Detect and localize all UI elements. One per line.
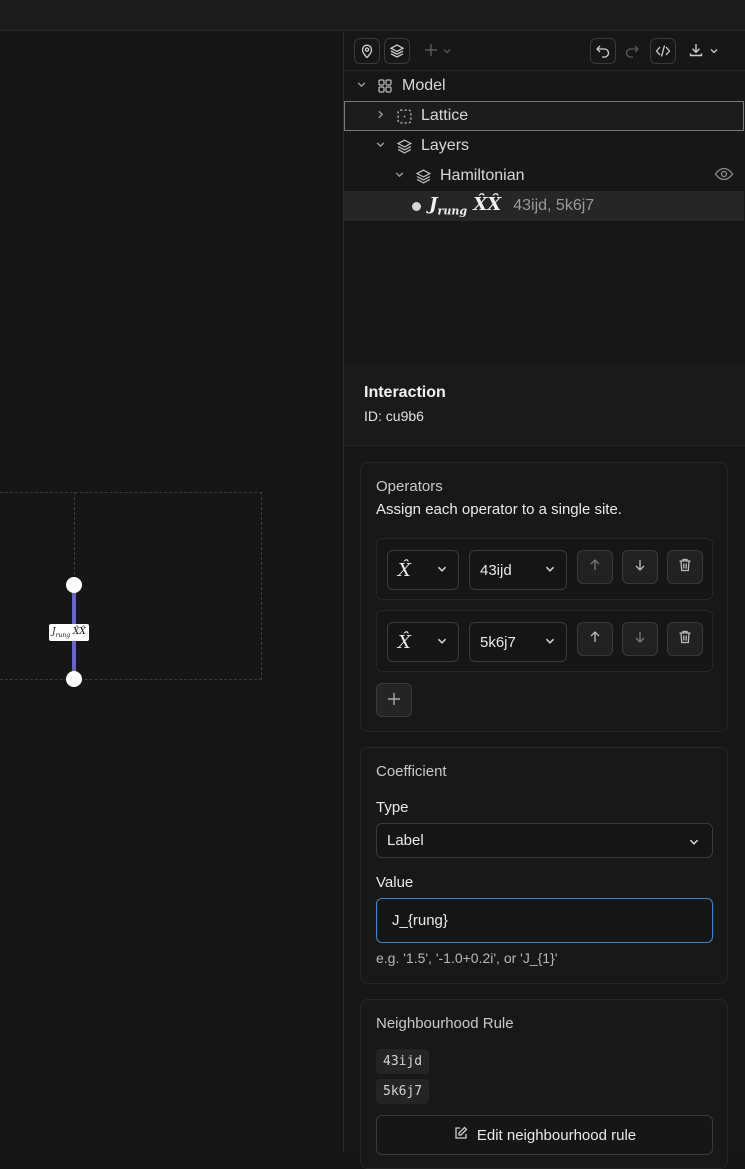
unit-cell-outline: [0, 492, 262, 680]
edit-icon: [453, 1125, 477, 1145]
layers-icon: [412, 167, 434, 185]
value-text: J_{rung}: [392, 912, 448, 929]
inspector-id: ID: cu9b6: [364, 408, 424, 424]
site-select[interactable]: 43ijd: [469, 550, 567, 590]
operator-value: X̂: [398, 631, 411, 653]
tree-item-label: Hamiltonian: [440, 167, 525, 184]
tree-item-model[interactable]: Model: [344, 71, 744, 101]
move-up-button[interactable]: [577, 622, 613, 656]
operators-title: Operators: [376, 478, 443, 495]
site-node-top[interactable]: [66, 577, 82, 593]
neighbourhood-site: 43ijd: [376, 1049, 430, 1074]
chevron-down-icon: [436, 562, 448, 579]
arrow-up-icon: [587, 557, 603, 578]
site-value: 43ijd: [480, 561, 512, 579]
chevron-down-icon: [709, 43, 719, 59]
layers-icon[interactable]: [384, 38, 410, 64]
neighbourhood-site: 5k6j7: [376, 1079, 430, 1104]
interaction-operators: X̂X̂: [473, 194, 502, 216]
chevron-down-icon: [688, 835, 700, 852]
tree-item-lattice[interactable]: Lattice: [344, 101, 744, 131]
tree-item-label: Layers: [421, 137, 470, 154]
trash-icon: [677, 629, 693, 650]
operator-row: X̂ 43ijd: [376, 538, 713, 600]
neighbourhood-card: Neighbourhood Rule 43ijd 5k6j7 Edit neig…: [360, 999, 728, 1169]
chevron-down-icon: [544, 562, 556, 579]
download-menu-button[interactable]: [688, 38, 719, 64]
tree-item-label: Lattice: [421, 107, 469, 124]
edit-neighbourhood-rule-button[interactable]: Edit neighbourhood rule: [376, 1115, 713, 1155]
coefficient-card: Coefficient Type Label Value J_{rung} e.…: [360, 747, 728, 984]
neighbourhood-title: Neighbourhood Rule: [376, 1015, 514, 1032]
chevron-down-icon: [436, 634, 448, 651]
undo-icon[interactable]: [590, 38, 616, 64]
site-value: 5k6j7: [480, 633, 516, 651]
operator-select[interactable]: X̂: [387, 550, 459, 590]
interaction-subscript: rung: [437, 204, 468, 218]
bond-label-subscript: rung: [55, 631, 71, 639]
add-operator-button[interactable]: [376, 683, 412, 717]
side-panel: Model Lattice Layers Hamiltonian Jrung X…: [343, 31, 745, 1169]
top-bar: [0, 0, 745, 31]
value-hint: e.g. '1.5', '-1.0+0.2i', or 'J_{1}': [376, 950, 558, 966]
move-down-button[interactable]: [622, 550, 658, 584]
map-pin-icon[interactable]: [354, 38, 380, 64]
tree-item-interaction[interactable]: Jrung X̂X̂ 43ijd, 5k6j7: [344, 191, 744, 221]
arrow-up-icon: [587, 629, 603, 650]
grid-icon: [374, 77, 396, 95]
delete-operator-button[interactable]: [667, 622, 703, 656]
chevron-down-icon[interactable]: [354, 79, 368, 93]
layers-icon: [393, 137, 415, 155]
redo-icon[interactable]: [624, 38, 640, 64]
tree-item-hamiltonian[interactable]: Hamiltonian: [344, 161, 744, 191]
code-icon[interactable]: [650, 38, 676, 64]
eye-icon[interactable]: [714, 167, 734, 186]
chevron-down-icon: [544, 634, 556, 651]
value-input[interactable]: J_{rung}: [376, 898, 713, 943]
panel-toolbar: [344, 31, 745, 71]
type-select[interactable]: Label: [376, 823, 713, 858]
move-down-button[interactable]: [622, 622, 658, 656]
download-icon: [688, 42, 704, 61]
site-select[interactable]: 5k6j7: [469, 622, 567, 662]
add-menu-button[interactable]: [424, 38, 452, 64]
lattice-canvas[interactable]: Jrung X̂X̂: [0, 31, 343, 1151]
lattice-icon: [393, 107, 415, 125]
interaction-formula: Jrung X̂X̂: [429, 194, 501, 218]
inspector-header: Interaction ID: cu9b6: [344, 364, 745, 446]
operator-select[interactable]: X̂: [387, 622, 459, 662]
inspector-title: Interaction: [364, 384, 446, 401]
operators-description: Assign each operator to a single site.: [376, 501, 622, 518]
chevron-down-icon[interactable]: [373, 139, 387, 153]
arrow-down-icon: [632, 557, 648, 578]
chevron-down-icon[interactable]: [392, 169, 406, 183]
bullet-dot-icon: [412, 201, 421, 211]
bond-label: Jrung X̂X̂: [49, 624, 89, 641]
delete-operator-button[interactable]: [667, 550, 703, 584]
move-up-button[interactable]: [577, 550, 613, 584]
bond-label-ops: X̂X̂: [72, 627, 86, 637]
chevron-down-icon: [442, 43, 452, 59]
edit-neighbourhood-label: Edit neighbourhood rule: [476, 1126, 637, 1144]
chevron-right-icon[interactable]: [373, 109, 387, 123]
plus-icon: [387, 689, 401, 712]
site-node-bottom[interactable]: [66, 671, 82, 687]
arrow-down-icon: [632, 629, 648, 650]
operators-card: Operators Assign each operator to a sing…: [360, 462, 728, 732]
value-label: Value: [376, 874, 414, 891]
operator-value: X̂: [398, 559, 411, 581]
tree-item-layers[interactable]: Layers: [344, 131, 744, 161]
tree-item-label: Model: [402, 77, 446, 94]
plus-icon: [424, 43, 438, 60]
interaction-symbol: J: [429, 194, 438, 216]
trash-icon: [677, 557, 693, 578]
interaction-sites: 43ijd, 5k6j7: [513, 197, 595, 214]
type-value: Label: [387, 832, 424, 849]
operator-row: X̂ 5k6j7: [376, 610, 713, 672]
type-label: Type: [376, 799, 409, 816]
coefficient-title: Coefficient: [376, 763, 447, 780]
